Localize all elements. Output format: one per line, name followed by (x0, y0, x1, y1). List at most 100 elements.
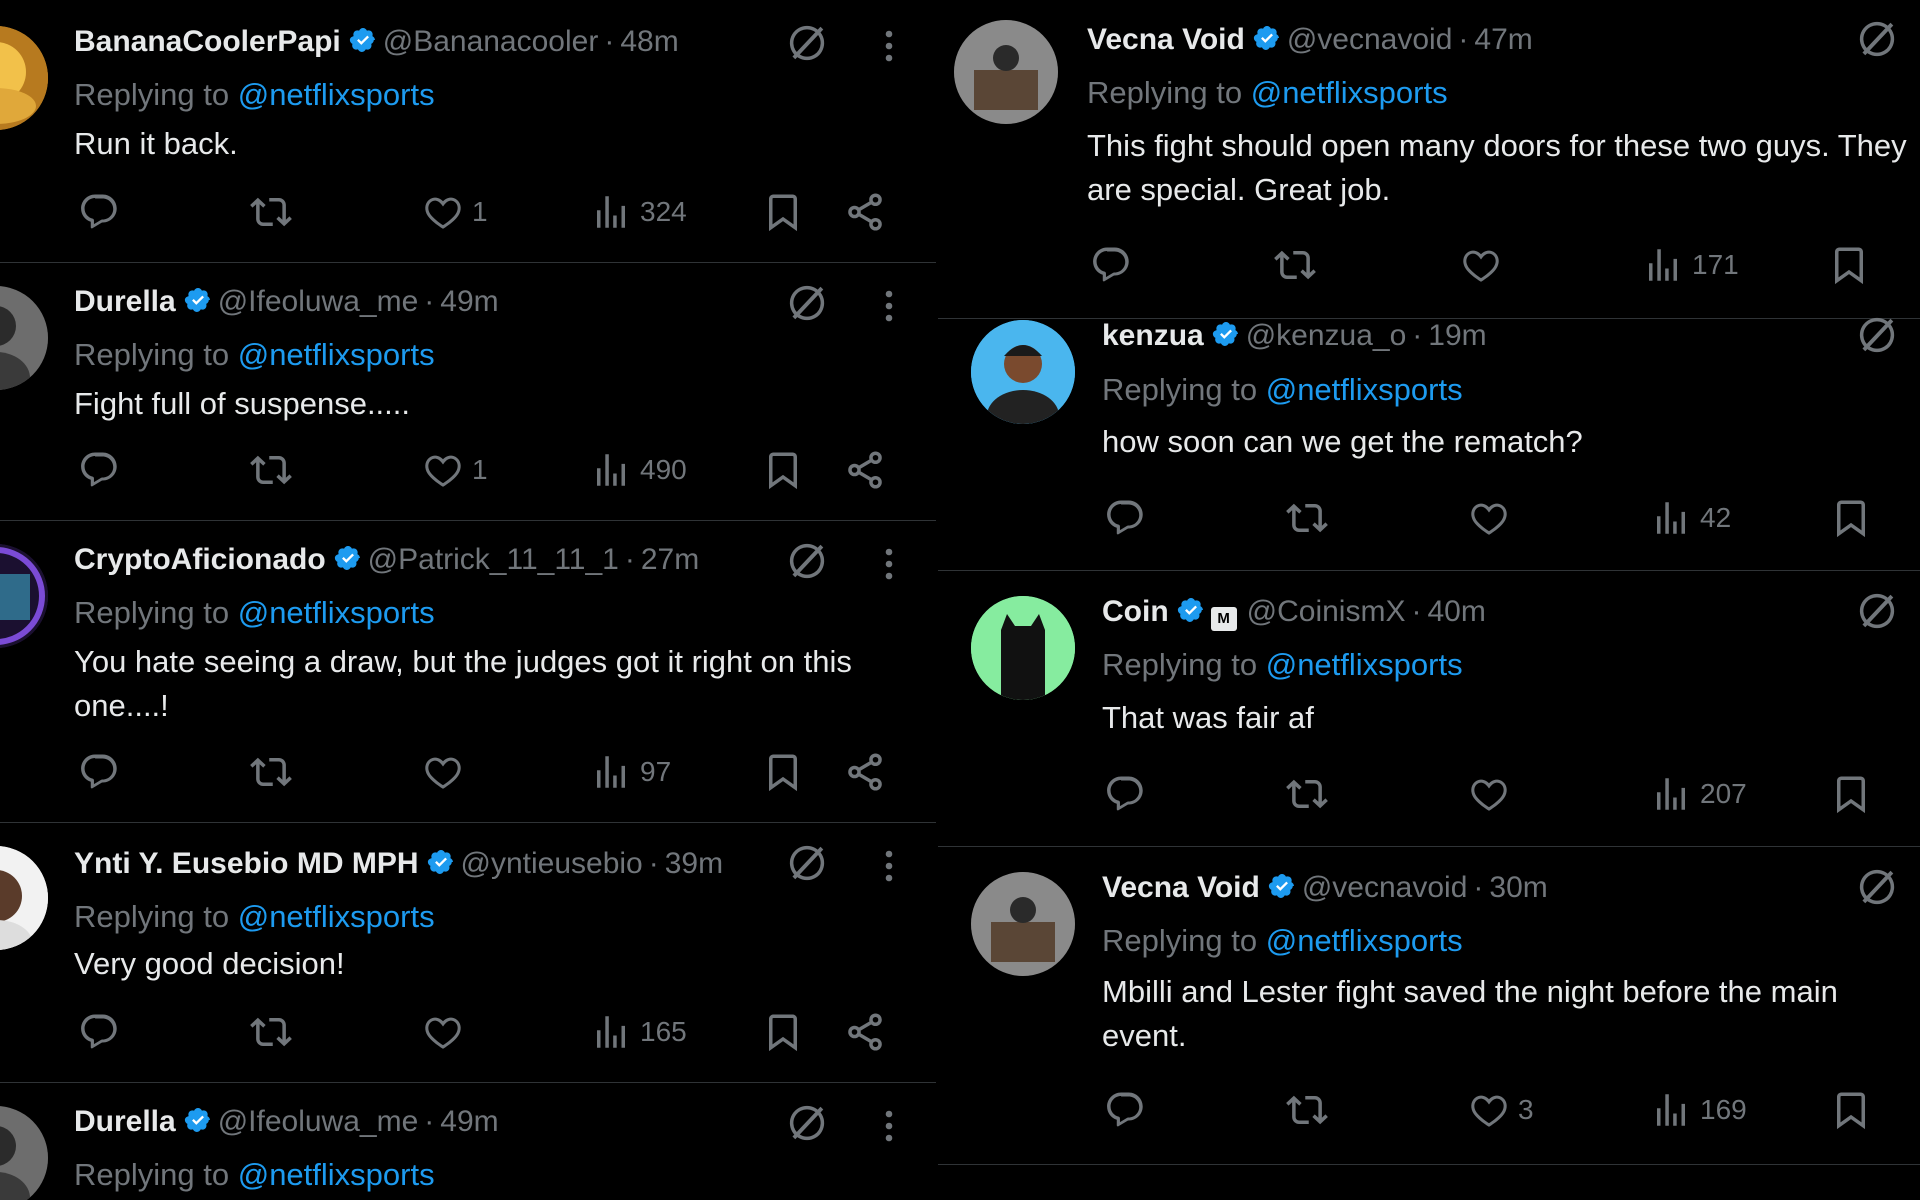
retweet-button[interactable] (250, 1010, 292, 1054)
author-handle[interactable]: @yntieusebio (461, 847, 643, 880)
grok-icon[interactable] (786, 282, 828, 324)
views-button[interactable]: 97 (590, 750, 671, 794)
author-handle[interactable]: @Ifeoluwa_me (218, 285, 419, 318)
bookmark-button[interactable] (762, 190, 804, 234)
grok-icon[interactable] (1856, 590, 1898, 632)
timestamp[interactable]: 39m (665, 847, 723, 880)
author-name[interactable]: Vecna Void (1087, 23, 1245, 56)
author-handle[interactable]: @vecnavoid (1302, 871, 1468, 904)
like-button[interactable] (422, 750, 472, 794)
more-icon[interactable] (884, 288, 894, 324)
retweet-button[interactable] (1286, 1088, 1328, 1132)
bookmark-button[interactable] (1830, 1088, 1872, 1132)
share-button[interactable] (844, 750, 886, 794)
like-button[interactable]: 1 (422, 190, 488, 234)
grok-icon[interactable] (1856, 18, 1898, 60)
timestamp[interactable]: 47m (1474, 23, 1532, 56)
grok-icon[interactable] (786, 22, 828, 64)
reply-button[interactable] (78, 190, 120, 234)
share-button[interactable] (844, 448, 886, 492)
bookmark-button[interactable] (762, 750, 804, 794)
author-handle[interactable]: @Patrick_11_11_1 (368, 543, 619, 576)
views-button[interactable]: 171 (1642, 243, 1739, 287)
timestamp[interactable]: 49m (440, 1105, 498, 1138)
author-handle[interactable]: @kenzua_o (1246, 319, 1407, 352)
avatar[interactable] (971, 320, 1075, 424)
reply-button[interactable] (78, 750, 120, 794)
grok-icon[interactable] (1856, 866, 1898, 908)
like-button[interactable] (1468, 772, 1518, 816)
author-name[interactable]: Coin (1102, 595, 1169, 628)
mention-link[interactable]: @netflixsports (1266, 372, 1463, 407)
like-button[interactable] (422, 1010, 472, 1054)
tweet-card[interactable]: Vecna Void @vecnavoid · 47m Replying to @ne… (938, 0, 1920, 319)
bookmark-button[interactable] (762, 1010, 804, 1054)
avatar[interactable] (0, 1106, 48, 1200)
views-button[interactable]: 324 (590, 190, 687, 234)
more-icon[interactable] (884, 1108, 894, 1144)
mention-link[interactable]: @netflixsports (238, 595, 435, 630)
like-button[interactable]: 3 (1468, 1088, 1534, 1132)
timestamp[interactable]: 19m (1428, 319, 1486, 352)
like-button[interactable] (1460, 243, 1510, 287)
avatar[interactable] (971, 596, 1075, 700)
grok-icon[interactable] (1856, 314, 1898, 356)
more-icon[interactable] (884, 546, 894, 582)
timestamp[interactable]: 48m (620, 25, 678, 58)
author-name[interactable]: Durella (74, 285, 176, 318)
author-name[interactable]: Durella (74, 1105, 176, 1138)
views-button[interactable]: 42 (1650, 496, 1731, 540)
grok-icon[interactable] (786, 1102, 828, 1144)
timestamp[interactable]: 40m (1427, 595, 1485, 628)
mention-link[interactable]: @netflixsports (238, 899, 435, 934)
tweet-card[interactable]: Vecna Void @vecnavoid · 30m Replying to @ne… (938, 846, 1920, 1165)
retweet-button[interactable] (1286, 496, 1328, 540)
more-icon[interactable] (884, 28, 894, 64)
mention-link[interactable]: @netflixsports (238, 337, 435, 372)
mention-link[interactable]: @netflixsports (1251, 75, 1448, 110)
retweet-button[interactable] (250, 750, 292, 794)
share-button[interactable] (844, 190, 886, 234)
avatar[interactable] (971, 872, 1075, 976)
mention-link[interactable]: @netflixsports (1266, 923, 1463, 958)
author-name[interactable]: BananaCoolerPapi (74, 25, 341, 58)
grok-icon[interactable] (786, 540, 828, 582)
author-handle[interactable]: @Ifeoluwa_me (218, 1105, 419, 1138)
avatar[interactable] (0, 544, 48, 648)
tweet-card[interactable]: Durella @Ifeoluwa_me · 49m Replying to @net… (0, 262, 938, 521)
reply-button[interactable] (1090, 243, 1132, 287)
avatar[interactable] (0, 26, 48, 130)
reply-button[interactable] (1104, 496, 1146, 540)
reply-button[interactable] (1104, 772, 1146, 816)
views-button[interactable]: 165 (590, 1010, 687, 1054)
author-name[interactable]: kenzua (1102, 319, 1204, 352)
timestamp[interactable]: 27m (641, 543, 699, 576)
retweet-button[interactable] (250, 448, 292, 492)
bookmark-button[interactable] (1830, 772, 1872, 816)
reply-button[interactable] (1104, 1088, 1146, 1132)
views-button[interactable]: 169 (1650, 1088, 1747, 1132)
timestamp[interactable]: 49m (440, 285, 498, 318)
tweet-card[interactable]: Coin M @CoinismX · 40m Replying to @netflixs… (938, 570, 1920, 847)
tweet-card[interactable]: BananaCoolerPapi @Bananacooler · 48m Replyi… (0, 0, 938, 263)
tweet-card[interactable]: CryptoAficionado @Patrick_11_11_1 · 27m Rep… (0, 520, 938, 823)
author-handle[interactable]: @Bananacooler (383, 25, 599, 58)
reply-button[interactable] (78, 448, 120, 492)
retweet-button[interactable] (1286, 772, 1328, 816)
mention-link[interactable]: @netflixsports (238, 1157, 435, 1192)
bookmark-button[interactable] (1828, 243, 1870, 287)
author-handle[interactable]: @vecnavoid (1287, 23, 1453, 56)
retweet-button[interactable] (1274, 243, 1316, 287)
author-name[interactable]: Vecna Void (1102, 871, 1260, 904)
views-button[interactable]: 207 (1650, 772, 1747, 816)
mention-link[interactable]: @netflixsports (238, 77, 435, 112)
grok-icon[interactable] (786, 842, 828, 884)
tweet-card[interactable]: Durella @Ifeoluwa_me · 49m Replying to @net… (0, 1082, 938, 1200)
more-icon[interactable] (884, 848, 894, 884)
views-button[interactable]: 490 (590, 448, 687, 492)
share-button[interactable] (844, 1010, 886, 1054)
like-button[interactable] (1468, 496, 1518, 540)
tweet-card[interactable]: kenzua @kenzua_o · 19m Replying to @netflix… (938, 318, 1920, 571)
reply-button[interactable] (78, 1010, 120, 1054)
mention-link[interactable]: @netflixsports (1266, 647, 1463, 682)
